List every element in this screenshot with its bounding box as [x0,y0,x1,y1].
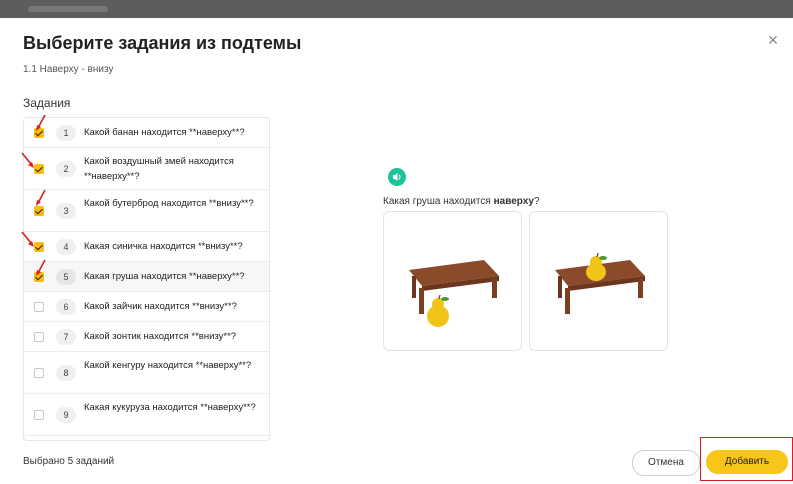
table-pear-above-image [555,252,645,314]
task-text: Какая груша находится **наверху**? [84,271,245,282]
task-number: 6 [56,299,76,315]
task-row[interactable]: 6 Какой зайчик находится **внизу**? [24,292,269,322]
task-checkbox[interactable] [34,302,44,312]
annotation-arrow-icon [21,231,34,247]
task-number: 3 [56,203,76,219]
task-text: Какой бутерброд находится **внизу**? [84,198,254,209]
annotation-arrow-icon [36,259,46,276]
modal-title: Выберите задания из подтемы [23,33,302,53]
task-number: 9 [56,407,76,423]
annotation-arrow-icon [36,189,46,206]
close-icon[interactable]: × [763,30,783,50]
answer-card-pear-below[interactable] [383,211,522,351]
tasks-heading: Задания [23,96,71,110]
task-row[interactable]: 2 Какой воздушный змей находится **навер… [24,148,269,190]
answer-card-pear-above[interactable] [529,211,668,351]
task-checkbox[interactable] [34,410,44,420]
task-text: Какая синичка находится **внизу**? [84,241,243,252]
annotation-highlight-box [700,437,793,481]
task-number: 7 [56,329,76,345]
selected-count: Выбрано 5 заданий [23,456,115,467]
task-row[interactable]: 7 Какой зонтик находится **внизу**? [24,322,269,352]
task-row[interactable]: 8 Какой кенгуру находится **наверху**? [24,352,269,394]
task-number: 1 [56,125,76,141]
task-checkbox[interactable] [34,368,44,378]
table-pear-below-image [409,260,499,327]
task-text: Какой воздушный змей находится **наверху… [84,156,234,182]
task-text: Какой банан находится **наверху**? [84,127,245,138]
question-text: Какая груша находится наверху? [383,196,540,207]
task-number: 2 [56,161,76,177]
task-row-active[interactable]: 5 Какая груша находится **наверху**? [24,262,269,292]
cancel-button[interactable]: Отмена [632,450,700,476]
background-text [28,6,108,12]
task-row[interactable]: 4 Какая синичка находится **внизу**? [24,232,269,262]
task-number: 4 [56,239,76,255]
subtopic-label: 1.1 Наверху - внизу [23,64,114,75]
task-text: Какой зонтик находится **внизу**? [84,331,237,342]
annotation-arrow-icon [36,114,46,131]
background-header [0,0,793,18]
task-text: Какая кукуруза находится **наверху**? [84,402,256,413]
task-checkbox[interactable] [34,332,44,342]
task-text: Какой зайчик находится **внизу**? [84,301,237,312]
task-text: Какой кенгуру находится **наверху**? [84,360,252,371]
task-row[interactable]: 9 Какая кукуруза находится **наверху**? [24,394,269,436]
task-number: 5 [56,269,76,285]
task-row[interactable]: 3 Какой бутерброд находится **внизу**? [24,190,269,232]
task-select-modal: Выберите задания из подтемы × 1.1 Наверх… [0,18,793,484]
task-number: 8 [56,365,76,381]
speaker-icon[interactable] [388,168,406,186]
task-row[interactable]: 1 Какой банан находится **наверху**? [24,118,269,148]
annotation-arrow-icon [21,152,34,168]
task-list[interactable]: 1 Какой банан находится **наверху**? 2 К… [23,117,270,441]
